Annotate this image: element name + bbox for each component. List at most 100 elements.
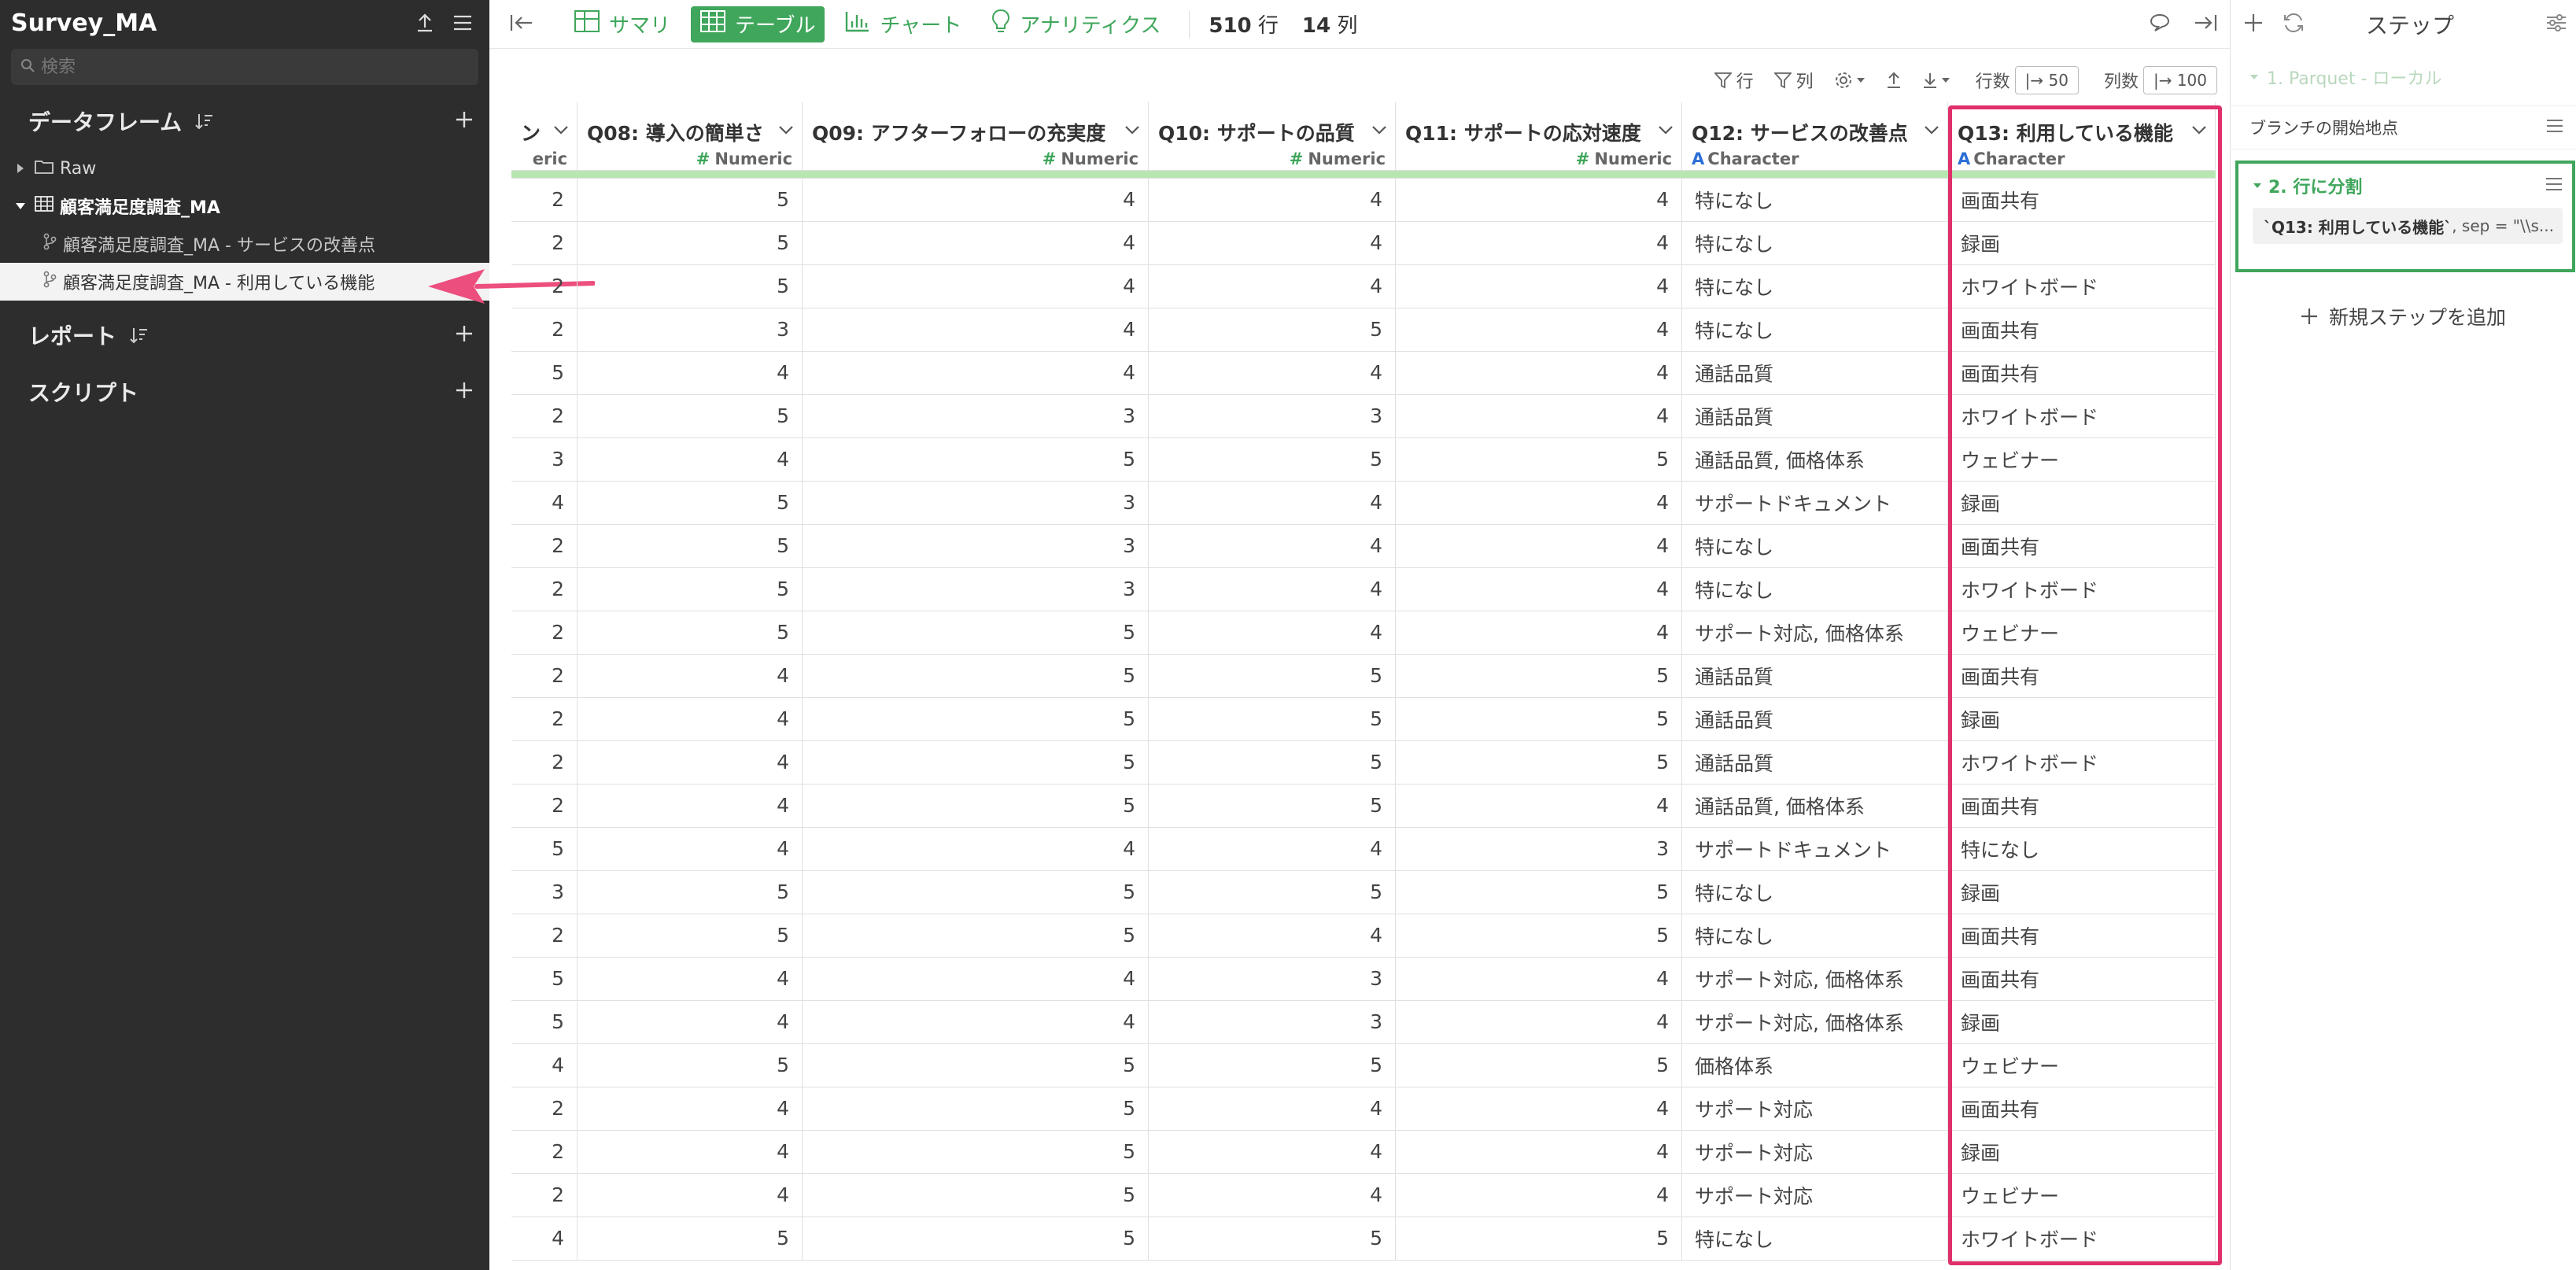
search-input[interactable] (41, 57, 434, 77)
table-cell[interactable]: 2 (511, 740, 578, 785)
table-cell[interactable]: 4 (577, 1087, 803, 1131)
chevron-down-icon[interactable] (2191, 123, 2207, 138)
table-cell[interactable]: 4 (1148, 264, 1397, 308)
step-2[interactable]: 2. 行に分割 `Q13: 利用している機能`, sep = "\\s... (2235, 161, 2575, 272)
table-cell[interactable]: 4 (1395, 221, 1683, 265)
table-cell[interactable]: サポート対応, 価格体系 (1681, 957, 1949, 1001)
table-cell[interactable]: 通話品質 (1681, 697, 1949, 741)
table-cell[interactable]: 5 (802, 654, 1150, 698)
table-cell[interactable]: 3 (802, 567, 1150, 611)
chevron-down-icon[interactable] (1924, 123, 1939, 138)
table-cell[interactable]: 5 (1395, 697, 1683, 741)
table-cell[interactable]: 4 (802, 351, 1150, 395)
table-cell[interactable]: 4 (1148, 178, 1397, 222)
table-cell[interactable]: 2 (511, 784, 578, 828)
table-cell[interactable]: 4 (577, 784, 803, 828)
table-cell[interactable]: 5 (1148, 697, 1397, 741)
table-cell[interactable]: 2 (511, 221, 578, 265)
comment-icon[interactable] (2150, 13, 2170, 35)
tab-analytics[interactable]: アナリティクス (982, 6, 1170, 42)
table-cell[interactable]: 通話品質 (1681, 740, 1949, 785)
table-cell[interactable]: 5 (577, 870, 803, 914)
table-cell[interactable]: 5 (802, 740, 1150, 785)
table-cell[interactable]: ホワイトボード (1947, 394, 2216, 438)
export-button[interactable] (1886, 72, 1902, 89)
sort-icon[interactable] (129, 327, 148, 344)
table-cell[interactable]: 5 (577, 178, 803, 222)
table-cell[interactable]: 5 (802, 1130, 1150, 1174)
table-cell[interactable]: 特になし (1681, 914, 1949, 958)
table-cell[interactable]: 5 (1148, 308, 1397, 352)
table-cell[interactable]: ウェビナー (1947, 1043, 2216, 1087)
table-cell[interactable]: 5 (1148, 784, 1397, 828)
table-cell[interactable]: 4 (577, 957, 803, 1001)
table-cell[interactable]: 3 (577, 308, 803, 352)
table-cell[interactable]: 5 (577, 1043, 803, 1087)
refresh-icon[interactable] (2283, 13, 2305, 36)
table-cell[interactable]: 5 (1395, 654, 1683, 698)
add-dataframe-icon[interactable] (455, 110, 474, 132)
table-cell[interactable]: 4 (577, 1000, 803, 1044)
sidebar-search[interactable] (11, 49, 478, 85)
column-header[interactable]: Q08: 導入の簡単さ # Numeric (577, 102, 803, 171)
add-icon[interactable] (2243, 13, 2264, 36)
table-cell[interactable]: 録画 (1947, 481, 2216, 525)
table-cell[interactable]: 4 (1148, 524, 1397, 568)
table-cell[interactable]: 4 (1395, 1130, 1683, 1174)
table-cell[interactable]: 5 (802, 697, 1150, 741)
tab-table[interactable]: テーブル (691, 6, 825, 42)
table-cell[interactable]: 4 (1395, 394, 1683, 438)
table-cell[interactable]: 録画 (1947, 221, 2216, 265)
table-cell[interactable]: 4 (511, 1043, 578, 1087)
table-cell[interactable]: 4 (511, 481, 578, 525)
tree-item-branch-improvement[interactable]: 顧客満足度調査_MA - サービスの改善点 (0, 225, 489, 263)
table-cell[interactable]: 4 (1148, 1130, 1397, 1174)
table-cell[interactable]: 2 (511, 264, 578, 308)
table-cell[interactable]: 録画 (1947, 870, 2216, 914)
table-cell[interactable]: 4 (577, 827, 803, 871)
column-header[interactable]: Q12: サービスの改善点 A Character (1681, 102, 1949, 171)
table-cell[interactable]: 4 (1395, 264, 1683, 308)
table-cell[interactable]: 5 (577, 481, 803, 525)
table-cell[interactable]: ホワイトボード (1947, 567, 2216, 611)
table-cell[interactable]: 5 (577, 611, 803, 655)
add-step-button[interactable]: 新規ステップを追加 (2231, 302, 2576, 330)
table-cell[interactable]: 2 (511, 1087, 578, 1131)
table-cell[interactable]: 2 (511, 567, 578, 611)
table-cell[interactable]: 2 (511, 308, 578, 352)
table-cell[interactable]: 5 (577, 221, 803, 265)
table-cell[interactable]: 3 (802, 524, 1150, 568)
column-header[interactable]: ン eric (511, 102, 578, 171)
import-button[interactable] (1922, 72, 1950, 89)
table-cell[interactable]: サポート対応 (1681, 1130, 1949, 1174)
table-cell[interactable]: 4 (802, 1000, 1150, 1044)
chevron-down-icon[interactable] (1658, 123, 1674, 138)
table-cell[interactable]: サポート対応 (1681, 1173, 1949, 1217)
table-cell[interactable]: 4 (802, 827, 1150, 871)
menu-icon[interactable] (447, 7, 478, 39)
table-cell[interactable]: 4 (577, 351, 803, 395)
tab-summary[interactable]: サマリ (565, 6, 680, 42)
table-cell[interactable]: 4 (802, 264, 1150, 308)
table-cell[interactable]: 通話品質 (1681, 654, 1949, 698)
table-cell[interactable]: 4 (1148, 481, 1397, 525)
menu-icon[interactable] (2545, 177, 2563, 194)
table-cell[interactable]: 5 (577, 914, 803, 958)
settings-button[interactable] (1834, 71, 1866, 90)
table-cell[interactable]: 3 (1148, 957, 1397, 1001)
table-cell[interactable]: 2 (511, 178, 578, 222)
table-cell[interactable]: 5 (802, 1173, 1150, 1217)
table-cell[interactable]: 5 (1148, 654, 1397, 698)
table-cell[interactable]: 5 (1148, 437, 1397, 482)
table-cell[interactable]: 4 (1148, 221, 1397, 265)
chevron-down-icon[interactable] (1371, 123, 1387, 138)
table-cell[interactable]: 3 (511, 437, 578, 482)
table-cell[interactable]: 5 (802, 870, 1150, 914)
tab-chart[interactable]: チャート (836, 6, 971, 42)
table-cell[interactable]: 画面共有 (1947, 914, 2216, 958)
add-report-icon[interactable] (455, 324, 474, 346)
table-cell[interactable]: ホワイトボード (1947, 1216, 2216, 1261)
cols-limit-input[interactable]: |→ 100 (2142, 66, 2217, 94)
table-cell[interactable]: 3 (1148, 394, 1397, 438)
table-cell[interactable]: 5 (577, 394, 803, 438)
